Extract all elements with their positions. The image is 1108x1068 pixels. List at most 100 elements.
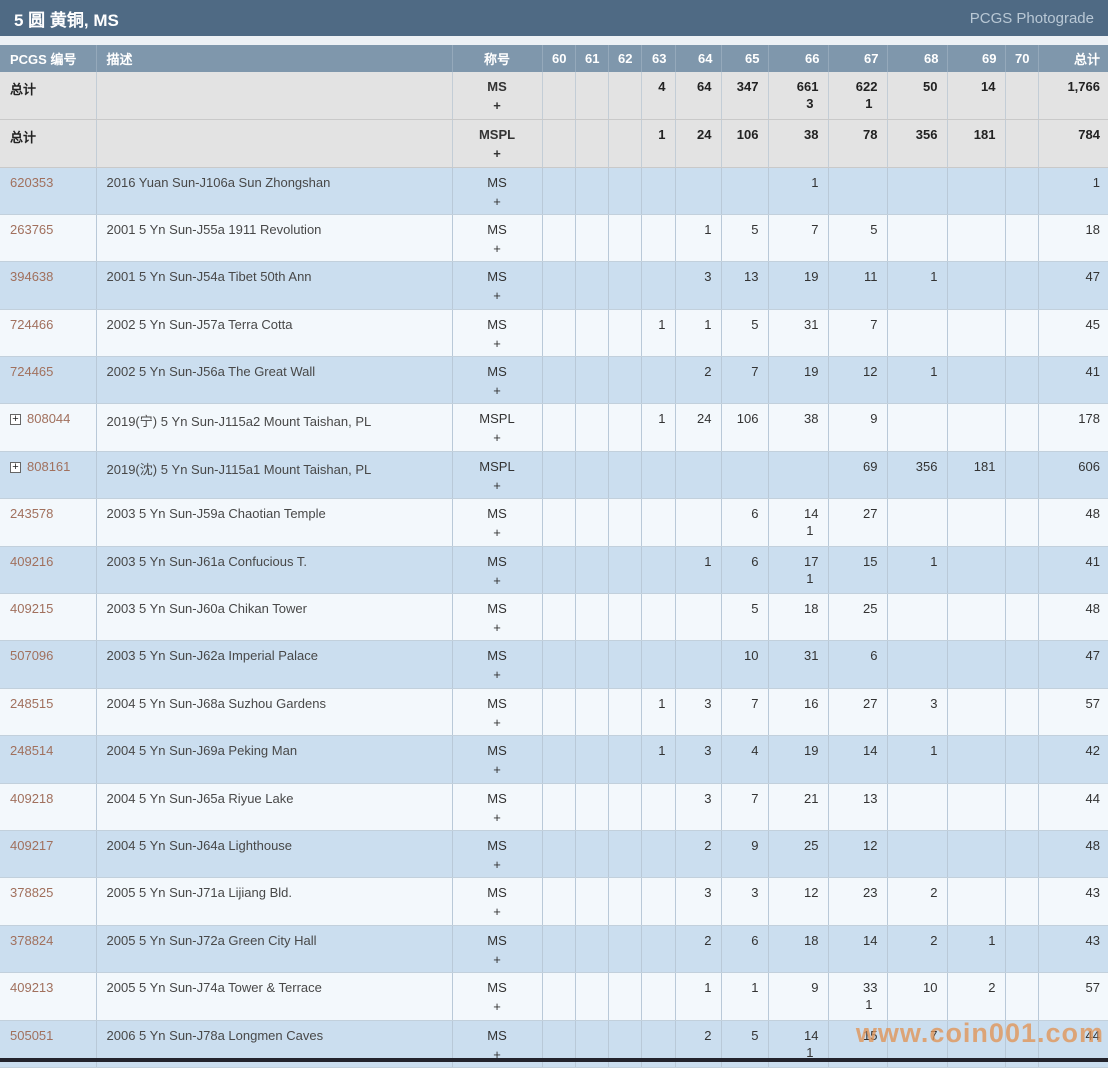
expand-icon[interactable]: + (10, 414, 21, 425)
pcgs-number-link[interactable]: 808161 (27, 459, 70, 474)
grade-65-count: 347 (721, 72, 768, 120)
grade-67-count: 331 (828, 973, 887, 1020)
pcgs-number-link[interactable]: 378825 (10, 885, 53, 900)
grade-63-count: 1 (641, 309, 675, 356)
grade-69-count (947, 262, 1005, 309)
row-total: 1,766 (1038, 72, 1108, 120)
pcgs-number-link[interactable]: 507096 (10, 648, 53, 663)
pcgs-number-link[interactable]: 394638 (10, 269, 53, 284)
pcgs-number-link[interactable]: 378824 (10, 933, 53, 948)
grade-63-count (641, 973, 675, 1020)
grade-count-value: 6 (723, 554, 759, 569)
designation-label: MS (454, 364, 541, 379)
grade-count-value: 3 (677, 791, 712, 806)
grade-66-count: 141 (768, 499, 828, 546)
table-row: 3788252005 5 Yn Sun-J71a Lijiang Bld.MS+… (0, 878, 1108, 925)
grade-65-count: 13 (721, 262, 768, 309)
grade-count-value: 10 (723, 648, 759, 663)
designation: MS+ (452, 262, 542, 309)
grade-count-value: 1 (677, 222, 712, 237)
grade-count-value: 14 (830, 933, 878, 948)
grade-63-count (641, 783, 675, 830)
pcgs-number-link[interactable]: 243578 (10, 506, 53, 521)
pcgs-number-cell: +808044 (0, 404, 96, 451)
grade-69-count (947, 404, 1005, 451)
grade-66-count: 9 (768, 973, 828, 1020)
grade-60-count (542, 594, 575, 641)
page-title: 5 圆 黄铜, MS (14, 6, 119, 31)
pcgs-number-cell: 620353 (0, 167, 96, 214)
grade-count-value: 1 (770, 175, 819, 190)
coin-description: 2005 5 Yn Sun-J74a Tower & Terrace (96, 973, 452, 1020)
grade-69-count: 14 (947, 72, 1005, 120)
grade-65-count: 5 (721, 309, 768, 356)
grade-60-count (542, 262, 575, 309)
pcgs-number-link[interactable]: 409217 (10, 838, 53, 853)
designation: MS+ (452, 167, 542, 214)
photograde-link[interactable]: PCGS Photograde (970, 10, 1094, 27)
grade-62-count (608, 262, 641, 309)
grade-63-count: 1 (641, 120, 675, 168)
grade-60-count (542, 546, 575, 593)
grade-64-count: 1 (675, 309, 721, 356)
grade-60-count (542, 120, 575, 168)
grade-70-count (1005, 688, 1038, 735)
coin-description (96, 120, 452, 168)
pcgs-number-link[interactable]: 409215 (10, 601, 53, 616)
pcgs-number-link[interactable]: 409216 (10, 554, 53, 569)
expand-icon[interactable]: + (10, 462, 21, 473)
grade-count-value: 14 (830, 743, 878, 758)
grade-63-count (641, 830, 675, 877)
grade-62-count (608, 451, 641, 498)
grade-66-count: 21 (768, 783, 828, 830)
pcgs-number-link[interactable]: 724466 (10, 317, 53, 332)
grade-68-count (887, 309, 947, 356)
grade-count-value: 25 (770, 838, 819, 853)
grade-69-count (947, 499, 1005, 546)
pcgs-number-link[interactable]: 409218 (10, 791, 53, 806)
designation-plus: + (454, 430, 541, 445)
grade-count-value: 9 (723, 838, 759, 853)
grade-68-count (887, 214, 947, 261)
grade-count-value: 2 (677, 364, 712, 379)
grade-68-count (887, 783, 947, 830)
designation: MS+ (452, 925, 542, 972)
grade-plus-count-value: 1 (830, 997, 878, 1012)
title-bar: 5 圆 黄铜, MS PCGS Photograde (0, 0, 1108, 36)
grade-67-count: 9 (828, 404, 887, 451)
table-row: 4092162003 5 Yn Sun-J61a Confucious T.MS… (0, 546, 1108, 593)
grade-count-value: 16 (770, 696, 819, 711)
designation-label: MS (454, 885, 541, 900)
grade-64-count (675, 451, 721, 498)
grade-69-count (947, 214, 1005, 261)
row-total: 48 (1038, 830, 1108, 877)
grade-count-value: 2 (677, 933, 712, 948)
row-total: 57 (1038, 973, 1108, 1020)
pcgs-number-link[interactable]: 620353 (10, 175, 53, 190)
designation: MS+ (452, 688, 542, 735)
pcgs-number-link[interactable]: 248514 (10, 743, 53, 758)
grade-62-count (608, 72, 641, 120)
grade-count-value: 622 (830, 79, 878, 94)
designation-plus: + (454, 999, 541, 1014)
table-row: +8080442019(宁) 5 Yn Sun-J115a2 Mount Tai… (0, 404, 1108, 451)
pcgs-number-link[interactable]: 248515 (10, 696, 53, 711)
pcgs-number-link[interactable]: 505051 (10, 1028, 53, 1043)
grade-68-count (887, 404, 947, 451)
header-grade-65: 65 (721, 45, 768, 72)
designation-label: MS (454, 222, 541, 237)
grade-70-count (1005, 878, 1038, 925)
grade-68-count: 356 (887, 451, 947, 498)
pcgs-number-link[interactable]: 724465 (10, 364, 53, 379)
grade-70-count (1005, 72, 1038, 120)
grade-67-count: 13 (828, 783, 887, 830)
grade-63-count (641, 925, 675, 972)
pcgs-number-link[interactable]: 263765 (10, 222, 53, 237)
pcgs-number-link[interactable]: 808044 (27, 411, 70, 426)
pcgs-number-link[interactable]: 409213 (10, 980, 53, 995)
grade-count-value: 50 (889, 79, 938, 94)
grade-63-count (641, 214, 675, 261)
grade-count-value: 12 (830, 364, 878, 379)
pcgs-number-cell: 总计 (0, 120, 96, 168)
grade-count-value: 356 (889, 127, 938, 142)
